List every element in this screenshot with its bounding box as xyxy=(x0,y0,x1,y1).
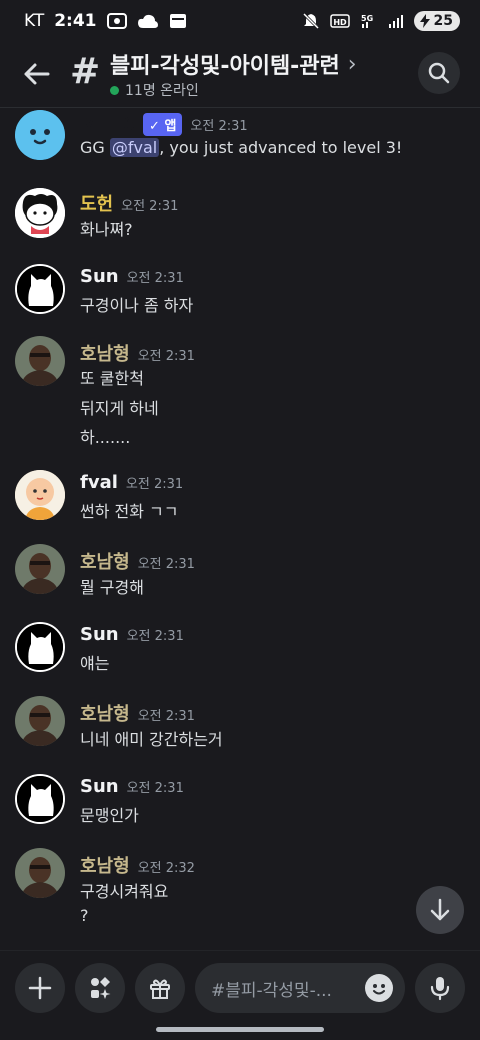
channel-hash-icon: # xyxy=(70,51,101,92)
message-header: 호남형 오전 2:31 xyxy=(80,548,195,574)
signal-icon xyxy=(388,13,404,29)
author-name[interactable]: 호남형 xyxy=(80,548,130,574)
avatar-sun[interactable] xyxy=(15,774,65,824)
timestamp: 오전 2:31 xyxy=(126,629,184,644)
channel-name: 블피-각성및-아이템-관련 xyxy=(110,54,340,79)
emoji-icon xyxy=(366,975,392,1001)
message-text: 구경이나 좀 하자 xyxy=(80,296,194,315)
mute-icon xyxy=(302,12,320,30)
hd-icon: HD xyxy=(329,13,350,29)
timestamp: 오전 2:31 xyxy=(137,349,195,364)
message-input[interactable]: #블피-각성및-... xyxy=(195,963,405,1013)
author-name[interactable]: 호남형 xyxy=(80,852,130,878)
battery-level: 25 xyxy=(433,13,453,29)
network-5g-icon: 5G xyxy=(360,12,378,30)
message-header: 호남형 오전 2:31 xyxy=(80,700,195,726)
arrow-down-icon xyxy=(430,898,450,921)
message-text: 얘는 xyxy=(80,654,110,673)
avatar-honam[interactable] xyxy=(15,848,65,898)
message-text: 구경시켜줘요 xyxy=(80,882,169,901)
search-button[interactable] xyxy=(418,52,460,94)
avatar-sun[interactable] xyxy=(15,622,65,672)
arrow-left-icon xyxy=(24,63,50,85)
timestamp: 오전 2:31 xyxy=(126,781,184,796)
timestamp: 오전 2:31 xyxy=(125,477,184,492)
message-header: Sun 오전 2:31 xyxy=(80,624,184,645)
author-name[interactable]: MEE6 xyxy=(80,114,135,135)
channel-title[interactable]: 블피-각성및-아이템-관련 › xyxy=(110,48,357,80)
timestamp: 오전 2:31 xyxy=(126,271,184,286)
add-attachment-button[interactable] xyxy=(15,963,65,1013)
timestamp: 오전 2:31 xyxy=(190,119,248,134)
screen-record-icon xyxy=(106,12,127,30)
back-button[interactable] xyxy=(18,56,54,92)
message-list[interactable]: MEE6 ✓ 앱 오전 2:31 GG @fval, you just adva… xyxy=(0,108,480,948)
message-text: 썬하 전화 ㄱㄱ xyxy=(80,502,179,521)
message-header: 호남형 오전 2:32 xyxy=(80,852,195,878)
avatar-honam[interactable] xyxy=(15,696,65,746)
message-text: 화나쪄? xyxy=(80,220,133,239)
timestamp: 오전 2:32 xyxy=(137,861,195,876)
message-text: ? xyxy=(80,906,89,925)
timestamp: 오전 2:31 xyxy=(121,199,179,214)
clock: 2:41 xyxy=(54,11,97,31)
message-header: 도헌 오전 2:31 xyxy=(80,190,178,216)
apps-button[interactable] xyxy=(75,963,125,1013)
svg-text:5G: 5G xyxy=(361,14,373,23)
author-name[interactable]: 도헌 xyxy=(80,190,113,216)
online-count-label: 11명 온라인 xyxy=(125,83,199,99)
author-name[interactable]: Sun xyxy=(80,624,119,645)
avatar-fval[interactable] xyxy=(15,470,65,520)
apps-icon xyxy=(91,977,111,999)
message-input-placeholder: #블피-각성및-... xyxy=(211,980,332,1001)
message-header: MEE6 ✓ 앱 오전 2:31 xyxy=(80,113,248,136)
voice-message-button[interactable] xyxy=(415,963,465,1013)
message-text: 니네 애미 강간하는거 xyxy=(80,730,223,749)
avatar-honam[interactable] xyxy=(15,336,65,386)
author-name[interactable]: Sun xyxy=(80,776,119,797)
avatar-sun[interactable] xyxy=(15,264,65,314)
message-text: 뭘 구경해 xyxy=(80,578,144,597)
message-header: 호남형 오전 2:31 xyxy=(80,340,195,366)
message-text: 문맹인가 xyxy=(80,806,139,825)
card-icon xyxy=(169,13,187,29)
message-text: 뒤지게 하네 xyxy=(80,399,159,418)
jump-to-bottom-button[interactable] xyxy=(416,886,464,934)
app-badge: ✓ 앱 xyxy=(143,113,183,136)
avatar-mee6[interactable] xyxy=(15,110,65,160)
search-icon xyxy=(428,62,450,84)
gift-button[interactable] xyxy=(135,963,185,1013)
message-text-part: , you just advanced to level 3! xyxy=(159,138,403,157)
svg-text:HD: HD xyxy=(333,18,347,27)
message-header: Sun 오전 2:31 xyxy=(80,266,184,287)
plus-icon xyxy=(28,976,52,1000)
online-dot-icon xyxy=(110,85,119,95)
status-bar: KT 2:41 HD 5G 25 xyxy=(0,0,480,42)
author-name[interactable]: Sun xyxy=(80,266,119,287)
gift-icon xyxy=(150,979,170,999)
author-name[interactable]: fval xyxy=(80,472,118,493)
message-header: fval 오전 2:31 xyxy=(80,472,183,493)
home-indicator[interactable] xyxy=(156,1027,324,1032)
message-text: 하....... xyxy=(80,428,131,447)
user-mention[interactable]: @fval xyxy=(109,138,160,157)
message-text-part: GG xyxy=(80,138,110,157)
message-text: 또 쿨한척 xyxy=(80,369,144,388)
avatar-honam[interactable] xyxy=(15,544,65,594)
cloud-icon xyxy=(137,13,159,29)
timestamp: 오전 2:31 xyxy=(137,709,195,724)
avatar-dohun[interactable] xyxy=(15,188,65,238)
message-text: GG @fval, you just advanced to level 3! xyxy=(80,138,402,157)
chevron-right-icon: › xyxy=(347,51,357,77)
author-name[interactable]: 호남형 xyxy=(80,340,130,366)
microphone-icon xyxy=(430,977,450,1001)
author-name[interactable]: 호남형 xyxy=(80,700,130,726)
online-count: 11명 온라인 xyxy=(110,80,199,100)
emoji-button[interactable] xyxy=(365,974,393,1002)
channel-header: # 블피-각성및-아이템-관련 › 11명 온라인 xyxy=(0,42,480,106)
battery-indicator: 25 xyxy=(413,11,460,31)
carrier-label: KT xyxy=(24,11,45,31)
timestamp: 오전 2:31 xyxy=(137,557,195,572)
message-header: Sun 오전 2:31 xyxy=(80,776,184,797)
